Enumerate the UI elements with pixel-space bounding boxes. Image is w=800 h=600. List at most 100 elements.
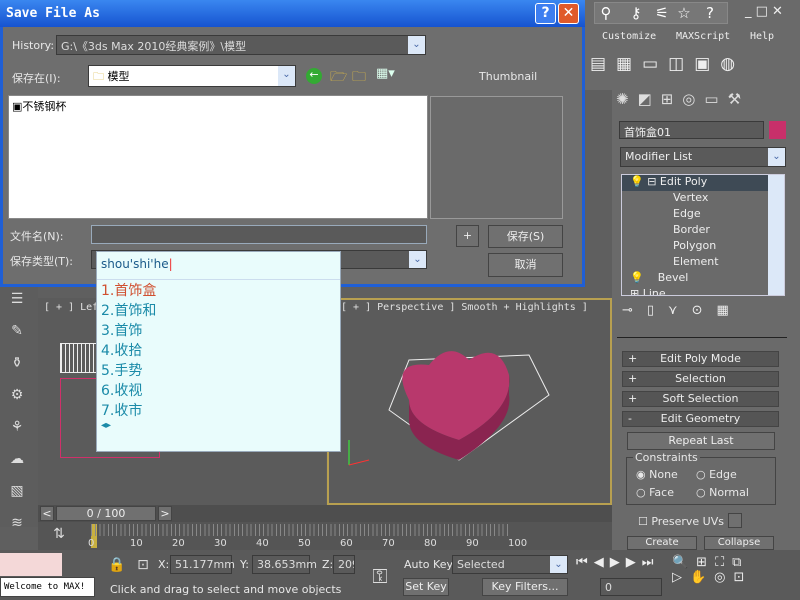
history-dropdown[interactable]: G:\《3ds Max 2010经典案例》\模型 ⌄ bbox=[56, 35, 426, 55]
absolute-mode-icon[interactable]: ⊡ bbox=[132, 557, 154, 573]
rollout-edit-geometry[interactable]: - Edit Geometry bbox=[622, 411, 779, 427]
rollout-soft-selection[interactable]: + Soft Selection bbox=[622, 391, 779, 407]
menu-help[interactable]: Help bbox=[750, 31, 774, 42]
object-color-swatch[interactable] bbox=[769, 121, 786, 139]
key-filters-button[interactable]: Key Filters... bbox=[482, 578, 568, 596]
stack-item-bevel[interactable]: 💡 Bevel bbox=[622, 271, 784, 287]
lock-icon[interactable]: 🔒 bbox=[106, 557, 128, 573]
stack-tools[interactable]: ⊸▯⋎⊙▦ bbox=[622, 303, 782, 323]
ime-candidate[interactable]: 6.收视 bbox=[97, 380, 340, 400]
new-folder-icon[interactable]: 🗀 bbox=[352, 66, 366, 90]
time-slider-thumb[interactable]: 0 / 100 bbox=[56, 506, 156, 521]
preserve-uvs-checkbox[interactable]: ☐ Preserve UVs bbox=[638, 515, 724, 528]
modifier-stack[interactable]: 💡 ⊟ Edit Poly Vertex Edge Border Polygon… bbox=[621, 174, 785, 296]
stack-item-line[interactable]: ⊞ Line bbox=[622, 287, 784, 296]
viewport-perspective[interactable]: [ + ] Perspective ] Smooth + Highlights … bbox=[327, 298, 612, 505]
cloth-icon[interactable]: ▧ bbox=[6, 483, 28, 511]
playback-controls[interactable]: ⏮◀▶▶⏭ bbox=[576, 555, 659, 570]
radio-normal[interactable]: ○ Normal bbox=[696, 486, 749, 499]
next-frame-button[interactable]: > bbox=[158, 506, 172, 521]
selection-set-dropdown[interactable]: Selected ⌄ bbox=[452, 555, 568, 574]
collapse-button[interactable]: Collapse bbox=[704, 536, 774, 550]
main-toolbar-icons[interactable]: ▤▦▭◫▣◍ bbox=[590, 54, 800, 82]
gear-icon[interactable]: ⚙ bbox=[6, 387, 28, 415]
prev-frame-button[interactable]: < bbox=[40, 506, 54, 521]
ime-page-arrows[interactable]: ◂▸ bbox=[97, 420, 340, 431]
rollout-edit-poly-mode[interactable]: + Edit Poly Mode bbox=[622, 351, 779, 367]
trackbar-ticks bbox=[91, 524, 511, 536]
menu-customize[interactable]: Customize bbox=[602, 31, 656, 42]
save-in-dropdown[interactable]: 🗀 模型 ⌄ bbox=[88, 65, 296, 87]
window-controls[interactable]: _ □ ✕ bbox=[745, 4, 783, 19]
time-slider-track[interactable]: < 0 / 100 > bbox=[38, 505, 612, 522]
menu-maxscript[interactable]: MAXScript bbox=[676, 31, 730, 42]
chevron-down-icon[interactable]: ⌄ bbox=[768, 148, 785, 166]
view-menu-icon[interactable]: ▦▾ bbox=[376, 66, 395, 81]
filename-input[interactable] bbox=[91, 225, 427, 244]
modifier-list-dropdown[interactable]: Modifier List ⌄ bbox=[620, 147, 786, 167]
brush-icon[interactable]: ✎ bbox=[6, 323, 28, 351]
binoculars-icon[interactable]: ⚲ bbox=[596, 4, 616, 22]
ime-candidate-window: shou'shi'he| 1.首饰盒 2.首饰和 3.首饰 4.收拾 5.手势 … bbox=[96, 251, 341, 452]
radio-label: Edge bbox=[709, 468, 737, 481]
stack-item-vertex[interactable]: Vertex bbox=[622, 191, 784, 207]
chevron-down-icon[interactable]: ⌄ bbox=[409, 251, 426, 268]
maxscript-mini-listener[interactable]: Welcome to MAX! bbox=[0, 577, 95, 597]
repeat-last-button[interactable]: Repeat Last bbox=[627, 432, 775, 450]
chevron-down-icon[interactable]: ⌄ bbox=[408, 36, 425, 54]
stack-item-polygon[interactable]: Polygon bbox=[622, 239, 784, 255]
preserve-uvs-settings-button[interactable] bbox=[728, 513, 742, 528]
ime-candidate[interactable]: 7.收市 bbox=[97, 400, 340, 420]
key-icon[interactable]: ⚷ bbox=[626, 4, 646, 22]
chevron-down-icon[interactable]: ⌄ bbox=[278, 66, 295, 86]
create-button[interactable]: Create bbox=[627, 536, 697, 550]
ime-candidate[interactable]: 5.手势 bbox=[97, 360, 340, 380]
ime-candidate[interactable]: 1.首饰盒 bbox=[97, 280, 340, 300]
stack-item-element[interactable]: Element bbox=[622, 255, 784, 271]
chevron-down-icon[interactable]: ⌄ bbox=[550, 556, 567, 573]
object-name-field[interactable]: 首饰盒01 bbox=[619, 121, 764, 139]
tree-icon[interactable]: ⚘ bbox=[6, 419, 28, 447]
radio-none[interactable]: ◉ None bbox=[636, 468, 678, 481]
command-panel-tabs[interactable]: ✺◩⊞◎▭⚒ bbox=[616, 90, 800, 114]
y-coordinate-field[interactable]: 38.653mm bbox=[252, 555, 317, 574]
ime-candidate[interactable]: 3.首饰 bbox=[97, 320, 340, 340]
file-list[interactable]: ▣不锈钢杯 bbox=[8, 95, 428, 219]
stack-item-border[interactable]: Border bbox=[622, 223, 784, 239]
increment-button[interactable]: + bbox=[456, 225, 479, 247]
radio-edge[interactable]: ○ Edge bbox=[696, 468, 737, 481]
mini-curve-editor-icon[interactable]: ⇅ bbox=[48, 526, 70, 542]
viewport-navigation-controls[interactable]: 🔍⊞⛶⧉ ▷✋◎⊡ bbox=[672, 555, 800, 585]
satellite-icon[interactable]: ⚟ bbox=[652, 4, 672, 22]
stack-item-label: Line bbox=[642, 287, 666, 296]
wave-icon[interactable]: ≋ bbox=[6, 515, 28, 543]
close-button[interactable]: ✕ bbox=[558, 3, 579, 24]
stack-scrollbar[interactable] bbox=[768, 175, 784, 295]
ime-candidate[interactable]: 2.首饰和 bbox=[97, 300, 340, 320]
help-button[interactable]: ? bbox=[535, 3, 556, 24]
help-icon[interactable]: ? bbox=[700, 4, 720, 22]
trackbar-tick-label: 100 bbox=[508, 538, 528, 549]
up-folder-icon[interactable]: 🗁 bbox=[330, 66, 347, 90]
rollout-selection[interactable]: + Selection bbox=[622, 371, 779, 387]
auto-key-button[interactable]: Auto Key bbox=[404, 558, 453, 571]
key-mode-icon[interactable]: ⚿ bbox=[360, 556, 400, 596]
current-frame-field[interactable]: 0 bbox=[600, 578, 662, 596]
save-button[interactable]: 保存(S) bbox=[488, 225, 563, 248]
layers-icon[interactable]: ☰ bbox=[6, 291, 28, 319]
stack-item-edge[interactable]: Edge bbox=[622, 207, 784, 223]
ime-candidate[interactable]: 4.收拾 bbox=[97, 340, 340, 360]
paint-icon[interactable]: ⚱ bbox=[6, 355, 28, 383]
stack-item-label: Bevel bbox=[657, 271, 689, 284]
maxscript-listener[interactable] bbox=[0, 553, 62, 576]
z-coordinate-field[interactable]: 209 bbox=[333, 555, 355, 574]
radio-face[interactable]: ○ Face bbox=[636, 486, 674, 499]
cloud-icon[interactable]: ☁ bbox=[6, 451, 28, 479]
set-key-button[interactable]: Set Key bbox=[403, 578, 449, 596]
star-icon[interactable]: ☆ bbox=[674, 4, 694, 22]
stack-item-edit-poly[interactable]: 💡 ⊟ Edit Poly bbox=[622, 175, 784, 191]
file-item[interactable]: ▣不锈钢杯 bbox=[9, 96, 427, 116]
back-icon[interactable]: ← bbox=[306, 68, 322, 84]
cancel-button[interactable]: 取消 bbox=[488, 253, 563, 277]
x-coordinate-field[interactable]: 51.177mm bbox=[170, 555, 235, 574]
